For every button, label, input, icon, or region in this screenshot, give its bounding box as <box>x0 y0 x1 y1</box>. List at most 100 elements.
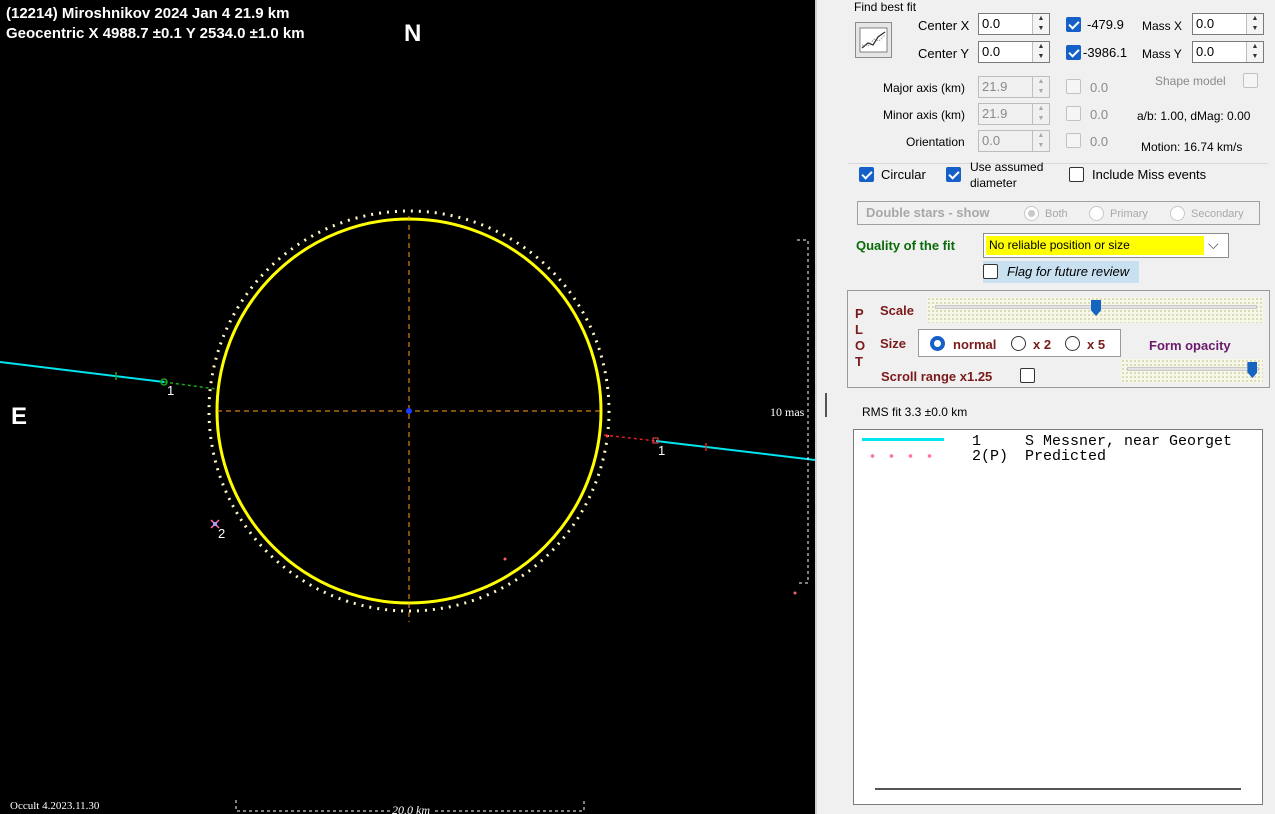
north-label: N <box>404 20 422 47</box>
circular-checkbox[interactable] <box>859 167 874 182</box>
plot-vertical-label: P L O T <box>855 306 865 370</box>
major-axis-input[interactable]: 21.9 ▲ ▼ <box>978 76 1050 98</box>
use-assumed-label-1: Use assumed <box>970 160 1044 174</box>
form-opacity-label: Form opacity <box>1149 338 1231 353</box>
occultation-plot[interactable]: (12214) Miroshnikov 2024 Jan 4 21.9 km G… <box>0 0 815 814</box>
major-axis-value: 21.9 <box>982 79 1008 94</box>
center-y-spinner[interactable]: ▲ ▼ <box>1032 42 1049 62</box>
center-y-label: Center Y <box>918 46 970 61</box>
plot-letter-t: T <box>855 354 863 369</box>
shape-model-checkbox[interactable] <box>1243 73 1258 88</box>
plot-canvas <box>0 209 815 812</box>
size-normal-radio[interactable] <box>930 336 945 351</box>
orientation-value: 0.0 <box>982 133 1001 148</box>
plot-title-line-1: (12214) Miroshnikov 2024 Jan 4 21.9 km <box>6 5 290 22</box>
opacity-slider-area <box>1121 359 1263 383</box>
flag-review-checkbox[interactable] <box>983 264 998 279</box>
km-scale-label: 20.0 km <box>390 803 432 814</box>
size-x5-label: x 5 <box>1087 337 1106 352</box>
minor-axis-checkbox[interactable] <box>1066 106 1081 121</box>
legend-solid-line-icon <box>862 438 944 441</box>
size-x2-label: x 2 <box>1033 337 1052 352</box>
mass-y-label: Mass Y <box>1142 47 1182 61</box>
mass-y-spinner[interactable]: ▲ ▼ <box>1246 42 1263 62</box>
mass-x-spinner[interactable]: ▲ ▼ <box>1246 14 1263 34</box>
stray-point <box>503 557 507 561</box>
opacity-slider-track[interactable] <box>1127 367 1259 371</box>
size-x2-radio[interactable] <box>1011 336 1026 351</box>
center-x-input[interactable]: 0.0 ▲ ▼ <box>978 13 1050 35</box>
flag-review-label: Flag for future review <box>1007 264 1130 279</box>
mass-y-value: 0.0 <box>1196 44 1215 59</box>
center-x-fitted: -479.9 <box>1087 17 1124 32</box>
horizontal-scrollbar[interactable] <box>875 788 1241 790</box>
orientation-spinner[interactable]: ▲ ▼ <box>1032 131 1049 151</box>
east-label: E <box>11 403 28 430</box>
mass-x-input[interactable]: 0.0 ▲ ▼ <box>1192 13 1264 35</box>
mass-x-value: 0.0 <box>1196 16 1215 31</box>
include-miss-events-checkbox[interactable] <box>1069 167 1084 182</box>
circular-label: Circular <box>881 167 926 182</box>
chord-legend-list[interactable]: 1 S Messner, near Georget 2(P) Predicted <box>853 429 1263 805</box>
chord-label-1-left: 1 <box>167 383 175 398</box>
center-y-checkbox[interactable] <box>1066 45 1081 60</box>
minor-axis-value: 21.9 <box>982 106 1008 121</box>
legend-dotted-line-icon <box>863 454 945 458</box>
use-assumed-label-2: diameter <box>970 176 1017 190</box>
center-point <box>406 408 412 414</box>
chord-label-2: 2 <box>218 526 226 541</box>
panel-divider <box>815 0 817 814</box>
center-y-value: 0.0 <box>982 44 1001 59</box>
ds-primary-label: Primary <box>1110 208 1148 220</box>
major-axis-fitted: 0.0 <box>1090 80 1109 95</box>
ab-dmag-text: a/b: 1.00, dMag: 0.00 <box>1137 109 1251 123</box>
quality-selected-value: No reliable position or size <box>989 238 1130 252</box>
rms-fit-text: RMS fit 3.3 ±0.0 km <box>862 405 968 419</box>
find-best-fit-title: Find best fit <box>854 0 917 14</box>
size-normal-label: normal <box>953 337 997 352</box>
center-y-input[interactable]: 0.0 ▲ ▼ <box>978 41 1050 63</box>
size-x5-radio[interactable] <box>1065 336 1080 351</box>
mass-x-label: Mass X <box>1142 19 1183 33</box>
orientation-checkbox[interactable] <box>1066 133 1081 148</box>
include-miss-label: Include Miss events <box>1092 167 1207 182</box>
orientation-input[interactable]: 0.0 ▲ ▼ <box>978 130 1050 152</box>
stray-point-2 <box>793 591 797 595</box>
chord-1-left <box>0 361 165 383</box>
chord-1-edge-dot <box>605 434 609 438</box>
center-x-label: Center X <box>918 18 970 33</box>
major-axis-spinner[interactable]: ▲ ▼ <box>1032 77 1049 97</box>
minor-axis-spinner[interactable]: ▲ ▼ <box>1032 104 1049 124</box>
size-label: Size <box>880 336 907 351</box>
ds-secondary-radio[interactable] <box>1170 206 1185 221</box>
quality-select[interactable]: No reliable position or size ⌵ <box>983 233 1229 258</box>
legend-2-name: Predicted <box>1025 448 1107 465</box>
splitter-handle[interactable] <box>825 393 827 417</box>
find-best-fit-button[interactable] <box>855 22 892 58</box>
shape-model-label: Shape model <box>1155 74 1226 88</box>
ds-secondary-label: Secondary <box>1191 208 1244 220</box>
legend-2-num: 2(P) <box>972 448 1009 465</box>
major-axis-label: Major axis (km) <box>883 81 966 95</box>
scroll-range-checkbox[interactable] <box>1020 368 1035 383</box>
scale-label: Scale <box>880 303 914 318</box>
plot-letter-p: P <box>855 306 864 321</box>
center-x-checkbox[interactable] <box>1066 17 1081 32</box>
use-assumed-diameter-checkbox[interactable] <box>946 167 961 182</box>
chord-label-1-right: 1 <box>658 443 666 458</box>
double-stars-label: Double stars - show <box>866 205 990 220</box>
plot-letter-l: L <box>855 322 863 337</box>
quality-label: Quality of the fit <box>856 238 955 253</box>
version-label: Occult 4.2023.11.30 <box>10 800 100 812</box>
mass-y-input[interactable]: 0.0 ▲ ▼ <box>1192 41 1264 63</box>
plot-title-line-2: Geocentric X 4988.7 ±0.1 Y 2534.0 ±1.0 k… <box>6 25 305 42</box>
center-x-spinner[interactable]: ▲ ▼ <box>1032 14 1049 34</box>
minor-axis-input[interactable]: 21.9 ▲ ▼ <box>978 103 1050 125</box>
ds-primary-radio[interactable] <box>1089 206 1104 221</box>
orientation-label: Orientation <box>906 135 965 149</box>
scroll-range-label: Scroll range x1.25 <box>881 369 993 384</box>
ds-both-radio[interactable] <box>1024 206 1039 221</box>
mas-scale-label: 10 mas <box>770 405 805 419</box>
chord-1-right <box>655 440 815 461</box>
major-axis-checkbox[interactable] <box>1066 79 1081 94</box>
